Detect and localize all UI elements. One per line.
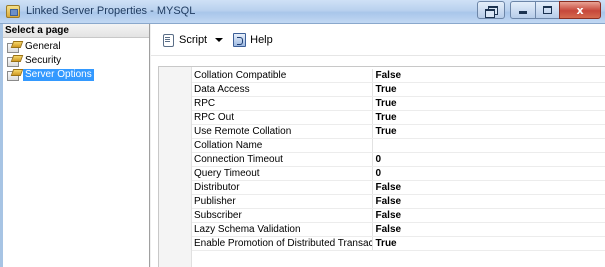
- property-table: Collation Compatible False Data Access True…: [192, 69, 605, 252]
- property-row[interactable]: Lazy Schema Validation False: [192, 222, 605, 238]
- property-name: Use Remote Collation: [192, 124, 373, 140]
- window-title: Linked Server Properties - MYSQL: [26, 5, 196, 17]
- property-name: Subscriber: [192, 208, 373, 224]
- property-name: Publisher: [192, 194, 373, 210]
- close-icon: x: [576, 3, 584, 17]
- script-dropdown-arrow-icon[interactable]: [215, 37, 224, 42]
- select-page-header: Select a page: [3, 24, 149, 38]
- page-icon: [7, 55, 21, 67]
- property-name: Lazy Schema Validation: [192, 222, 373, 238]
- script-label: Script: [179, 33, 208, 46]
- minimize-icon: [519, 11, 527, 14]
- property-value[interactable]: False: [372, 69, 605, 84]
- help-label: Help: [250, 33, 273, 46]
- page-icon: [7, 41, 21, 53]
- property-name: Data Access: [192, 82, 373, 98]
- window-controls: x: [477, 1, 601, 19]
- title-bar[interactable]: Linked Server Properties - MYSQL x: [0, 0, 605, 24]
- maximize-icon: [543, 6, 552, 14]
- minimize-button[interactable]: [510, 1, 536, 19]
- property-row[interactable]: Subscriber False: [192, 208, 605, 224]
- property-value[interactable]: False: [372, 180, 605, 196]
- sidebar-item-general[interactable]: General: [3, 40, 149, 54]
- property-row[interactable]: Data Access True: [192, 82, 605, 98]
- property-value[interactable]: True: [372, 82, 605, 98]
- sidebar-item-label: General: [25, 41, 61, 52]
- property-row[interactable]: Use Remote Collation True: [192, 124, 605, 140]
- property-name: Enable Promotion of Distributed Transact…: [192, 236, 373, 252]
- property-row[interactable]: Distributor False: [192, 180, 605, 196]
- property-value[interactable]: False: [372, 208, 605, 224]
- sidebar-item-security[interactable]: Security: [3, 54, 149, 68]
- restore-window-button[interactable]: [477, 1, 505, 19]
- property-value[interactable]: True: [372, 124, 605, 140]
- property-value[interactable]: True: [372, 236, 605, 252]
- content-panel: Script Help Collation Compatible False Dat…: [151, 24, 605, 267]
- close-button[interactable]: x: [559, 1, 601, 19]
- linked-server-icon: [6, 5, 20, 18]
- maximize-button[interactable]: [535, 1, 560, 19]
- property-grid: Collation Compatible False Data Access True…: [158, 66, 605, 267]
- property-value[interactable]: True: [372, 96, 605, 112]
- property-name: Query Timeout: [192, 166, 373, 182]
- page-icon: [7, 69, 21, 81]
- property-row[interactable]: Publisher False: [192, 194, 605, 210]
- property-name: RPC: [192, 96, 373, 112]
- property-value[interactable]: True: [372, 110, 605, 126]
- toolbar: Script Help: [151, 24, 605, 56]
- page-list: General Security Server Options: [3, 38, 149, 82]
- window-body: Select a page General Security Server Opti…: [3, 24, 605, 267]
- sidebar-item-label: Security: [25, 55, 62, 66]
- property-name: Connection Timeout: [192, 152, 373, 168]
- property-value[interactable]: 0: [372, 166, 605, 182]
- property-row[interactable]: RPC True: [192, 96, 605, 112]
- property-name: Distributor: [192, 180, 373, 196]
- help-icon: [233, 32, 247, 47]
- property-name: Collation Compatible: [192, 69, 373, 84]
- restore-icon: [485, 5, 498, 18]
- script-button[interactable]: Script: [159, 31, 231, 49]
- sidebar-item-label: Server Options: [23, 69, 94, 81]
- property-value[interactable]: False: [372, 194, 605, 210]
- page-selector-panel: Select a page General Security Server Opti…: [3, 24, 150, 267]
- sidebar-item-server-options[interactable]: Server Options: [3, 68, 149, 82]
- property-row[interactable]: Enable Promotion of Distributed Transact…: [192, 236, 605, 252]
- property-value[interactable]: 0: [372, 152, 605, 168]
- property-value[interactable]: [372, 138, 605, 154]
- script-icon: [161, 33, 175, 47]
- property-grid-gutter: [159, 67, 192, 267]
- property-row[interactable]: Collation Compatible False: [192, 69, 605, 84]
- property-row[interactable]: Query Timeout 0: [192, 166, 605, 182]
- property-row[interactable]: Connection Timeout 0: [192, 152, 605, 168]
- property-name: Collation Name: [192, 138, 373, 154]
- property-value[interactable]: False: [372, 222, 605, 238]
- property-row[interactable]: RPC Out True: [192, 110, 605, 126]
- property-row[interactable]: Collation Name: [192, 138, 605, 154]
- help-button[interactable]: Help: [231, 31, 275, 49]
- property-name: RPC Out: [192, 110, 373, 126]
